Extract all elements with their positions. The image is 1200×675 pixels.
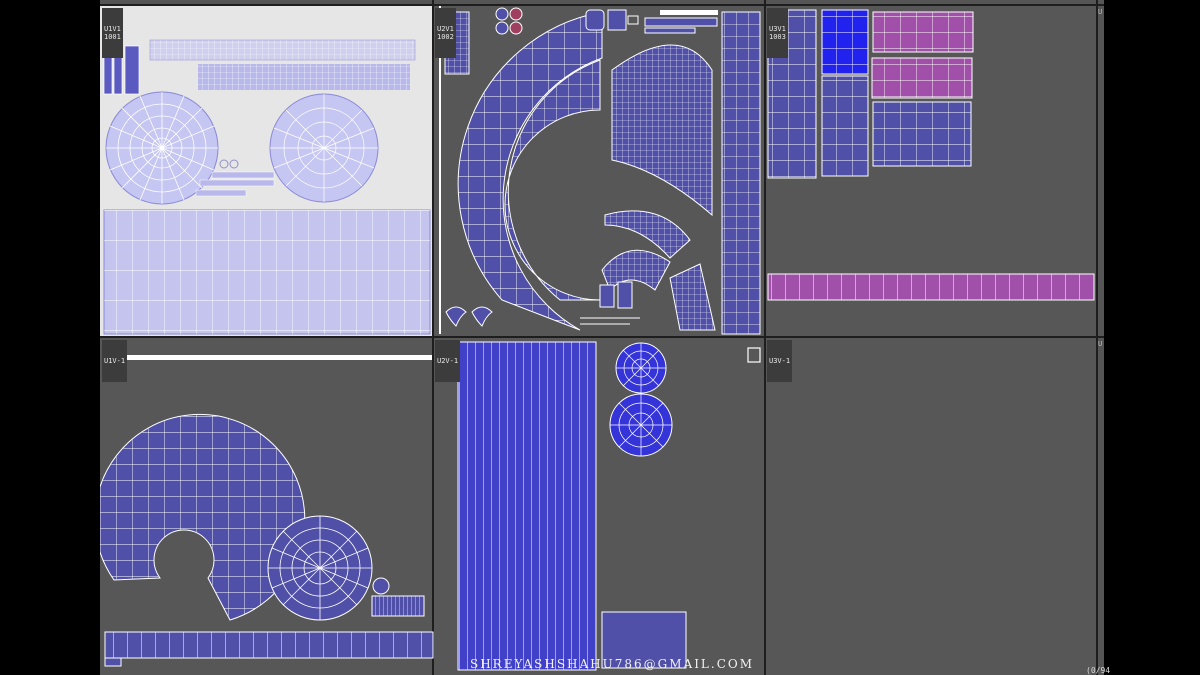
tile-label-1003: U3V1 1003 <box>767 8 788 58</box>
tile-label-1002: U2V1 1002 <box>435 8 456 58</box>
shells-1001 <box>103 39 431 335</box>
edge-tile-label-top: U <box>1098 8 1103 16</box>
tile-label-u1vm1: U1V-1 <box>102 340 128 382</box>
tile-label-u3vm1: U3V-1 <box>767 340 793 382</box>
uv-editor-viewport[interactable]: U1V1 1001 U2V1 1002 U3V1 1003 U1V-1 U2V-1 U… <box>100 0 1104 675</box>
uv-shell-icon[interactable] <box>100 0 1104 675</box>
tile-label-u2vm1: U2V-1 <box>435 340 461 382</box>
tile-label-1001: U1V1 1001 <box>102 8 123 58</box>
shells-u2vm1 <box>457 341 761 671</box>
shells-1002 <box>439 6 761 335</box>
edge-tile-label-bottom: U <box>1098 340 1103 348</box>
selection-counter: (0/94 <box>1086 666 1111 675</box>
shells-1003 <box>767 9 1095 301</box>
watermark-email: SHREYASHSHAHU786@GMAIL.COM <box>470 657 755 671</box>
shells-u1vm1 <box>100 355 434 667</box>
